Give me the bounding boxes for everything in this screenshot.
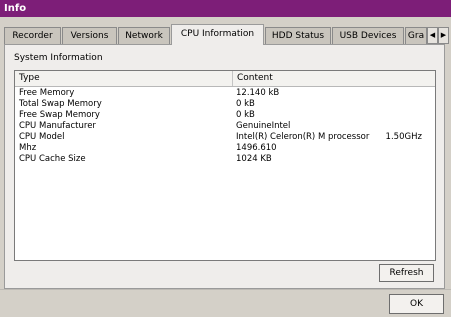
table-row[interactable]: Total Swap Memory 0 kB: [15, 99, 435, 110]
row-content: 1024 KB: [236, 154, 272, 164]
refresh-button[interactable]: Refresh: [379, 264, 434, 282]
row-type: Mhz: [19, 143, 37, 153]
row-type: CPU Manufacturer: [19, 121, 96, 131]
row-content: 1496.610: [236, 143, 277, 153]
row-type: Total Swap Memory: [19, 99, 102, 109]
column-header-type[interactable]: Type: [15, 71, 233, 86]
row-type: Free Memory: [19, 88, 75, 98]
window-titlebar: Info: [0, 0, 451, 17]
tab-graphics[interactable]: Gra: [405, 27, 427, 44]
chevron-left-icon[interactable]: ◀: [427, 27, 438, 44]
table-row[interactable]: CPU Cache Size 1024 KB: [15, 154, 435, 165]
column-header-content[interactable]: Content: [233, 71, 273, 86]
chevron-right-icon[interactable]: ▶: [438, 27, 449, 44]
tab-strip: Recorder Versions Network CPU Informatio…: [4, 24, 449, 45]
ok-button[interactable]: OK: [389, 294, 444, 314]
table-row[interactable]: Free Swap Memory 0 kB: [15, 110, 435, 121]
row-content: 0 kB: [236, 110, 255, 120]
table-header: Type Content: [15, 71, 435, 87]
system-info-table: Type Content Free Memory 12.140 kB Total…: [14, 70, 436, 261]
section-label: System Information: [14, 53, 103, 63]
window-title: Info: [4, 3, 27, 14]
row-content: GenuineIntel: [236, 121, 291, 131]
row-content: Intel(R) Celeron(R) M processor 1.50GHz: [236, 132, 422, 142]
tab-network[interactable]: Network: [118, 27, 170, 44]
table-row[interactable]: CPU Manufacturer GenuineIntel: [15, 121, 435, 132]
divider: [0, 289, 451, 290]
tab-recorder[interactable]: Recorder: [4, 27, 61, 44]
row-type: CPU Cache Size: [19, 154, 86, 164]
tab-usb-devices[interactable]: USB Devices: [332, 27, 404, 44]
table-row[interactable]: Free Memory 12.140 kB: [15, 88, 435, 99]
tab-versions[interactable]: Versions: [62, 27, 117, 44]
row-content: 12.140 kB: [236, 88, 280, 98]
tab-hdd-status[interactable]: HDD Status: [265, 27, 331, 44]
tab-panel-cpu-information: System Information Type Content Free Mem…: [4, 44, 445, 289]
table-row[interactable]: Mhz 1496.610: [15, 143, 435, 154]
row-type: Free Swap Memory: [19, 110, 100, 120]
table-row[interactable]: CPU Model Intel(R) Celeron(R) M processo…: [15, 132, 435, 143]
row-content: 0 kB: [236, 99, 255, 109]
row-type: CPU Model: [19, 132, 65, 142]
tab-cpu-information[interactable]: CPU Information: [171, 24, 264, 45]
